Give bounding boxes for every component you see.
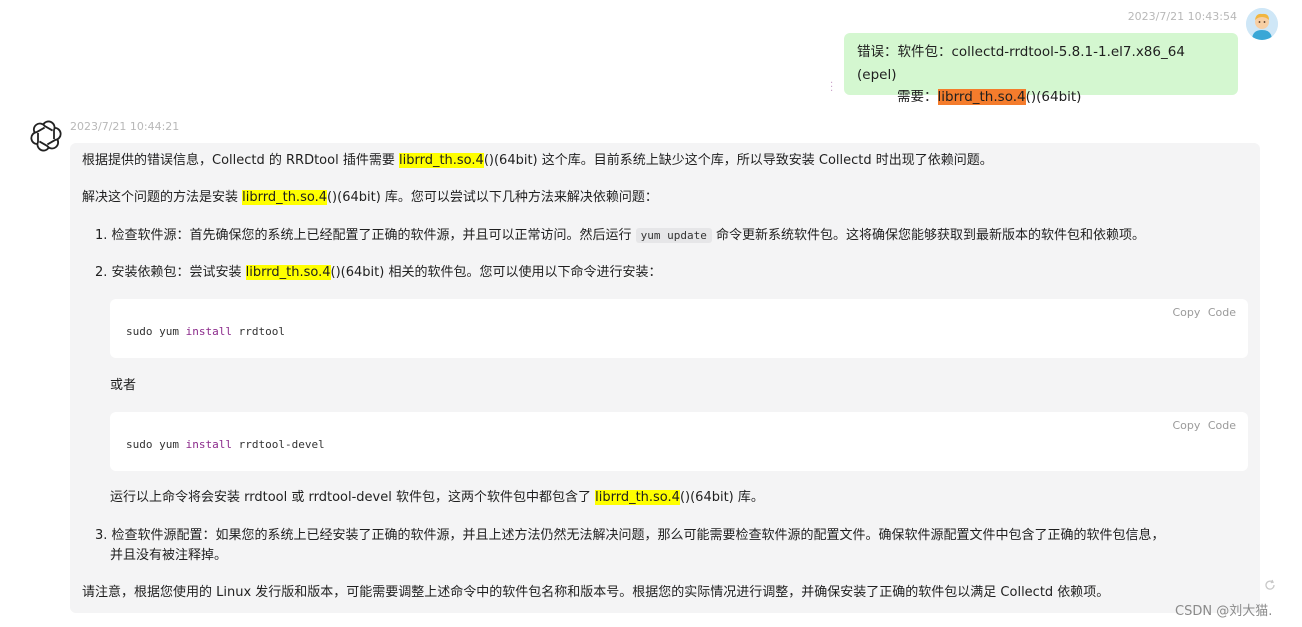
text-segment: 运行以上命令将会安装 rrdtool 或 rrdtool-devel 软件包，这… — [110, 490, 596, 505]
code-text: sudo yum — [126, 325, 186, 338]
text-segment: 命令更新系统软件包。这将确保您能够获取到最新版本的软件包和依赖项。 — [711, 228, 1146, 243]
user-message-bubble: 错误：软件包：collectd-rrdtool-5.8.1-1.el7.x86_… — [844, 33, 1238, 105]
user-message-line-1: 错误：软件包：collectd-rrdtool-5.8.1-1.el7.x86_… — [857, 44, 1185, 83]
paragraph-solution: 解决这个问题的方法是安装 librrd_th.so.4()(64bit) 库。您… — [82, 188, 658, 208]
assistant-message-bubble: 根据提供的错误信息，Collectd 的 RRDtool 插件需要 librrd… — [70, 143, 1260, 613]
required-label: 需要： — [897, 89, 938, 105]
assistant-logo-icon — [30, 120, 62, 152]
more-options-icon[interactable]: · · · — [830, 79, 833, 97]
library-suffix: ()(64bit) — [1025, 89, 1082, 105]
text-segment: ()(64bit) 库。您可以尝试以下几种方法来解决依赖问题： — [326, 190, 658, 205]
text-segment: 根据提供的错误信息，Collectd 的 RRDtool 插件需要 — [82, 153, 399, 168]
highlighted-library: librrd_th.so.4 — [245, 265, 331, 280]
paragraph-note: 请注意，根据您使用的 Linux 发行版和版本，可能需要调整上述命令中的软件包名… — [82, 585, 1110, 600]
text-segment: ()(64bit) 这个库。目前系统上缺少这个库，所以导致安装 Collectd… — [483, 153, 993, 168]
or-text: 或者 — [110, 378, 137, 393]
text-segment: 2. 安装依赖包：尝试安装 — [95, 265, 246, 280]
code-text: rrdtool-devel — [231, 438, 325, 451]
code-block-rrdtool: Copy Code sudo yum install rrdtool — [110, 299, 1248, 358]
code-line: sudo yum install rrdtool — [126, 325, 285, 338]
text-segment: 解决这个问题的方法是安装 — [82, 190, 243, 205]
list-item-check-repo-config: 3. 检查软件源配置：如果您的系统上已经安装了正确的软件源，并且上述方法仍然无法… — [95, 528, 1165, 543]
text-segment: 1. 检查软件源：首先确保您的系统上已经配置了正确的软件源，并且可以正常访问。然… — [95, 228, 636, 243]
paragraph-after-install: 运行以上命令将会安装 rrdtool 或 rrdtool-devel 软件包，这… — [110, 488, 764, 508]
user-avatar — [1246, 8, 1278, 40]
code-line: sudo yum install rrdtool-devel — [126, 438, 325, 451]
highlighted-library: librrd_th.so.4 — [398, 153, 484, 168]
highlighted-library: librrd_th.so.4 — [595, 490, 680, 505]
list-item-check-repo-config-cont: 并且没有被注释掉。 — [110, 548, 228, 563]
code-keyword: install — [185, 325, 232, 338]
code-text: rrdtool — [231, 325, 285, 338]
user-message-line-2: 需要：librrd_th.so.4()(64bit) — [857, 86, 1226, 109]
copy-code-button[interactable]: Copy Code — [1172, 419, 1236, 432]
list-item-check-repo: 1. 检查软件源：首先确保您的系统上已经配置了正确的软件源，并且可以正常访问。然… — [95, 226, 1145, 246]
highlighted-library: librrd_th.so.4 — [242, 190, 327, 205]
code-block-rrdtool-devel: Copy Code sudo yum install rrdtool-devel — [110, 412, 1248, 471]
text-segment: ()(64bit) 库。 — [679, 490, 764, 505]
assistant-message-timestamp: 2023/7/21 10:44:21 — [70, 120, 180, 133]
code-keyword: install — [185, 438, 232, 451]
highlighted-library: librrd_th.so.4 — [937, 89, 1026, 105]
copy-code-button[interactable]: Copy Code — [1172, 306, 1236, 319]
inline-code: yum update — [635, 228, 712, 243]
text-segment: ()(64bit) 相关的软件包。您可以使用以下命令进行安装： — [330, 265, 662, 280]
paragraph-diagnosis: 根据提供的错误信息，Collectd 的 RRDtool 插件需要 librrd… — [82, 151, 993, 171]
user-message-timestamp: 2023/7/21 10:43:54 — [1127, 10, 1237, 23]
list-item-install-deps: 2. 安装依赖包：尝试安装 librrd_th.so.4()(64bit) 相关… — [95, 263, 661, 283]
refresh-icon[interactable] — [1264, 576, 1276, 590]
watermark: CSDN @刘大猫. — [1175, 604, 1273, 619]
code-text: sudo yum — [126, 438, 186, 451]
